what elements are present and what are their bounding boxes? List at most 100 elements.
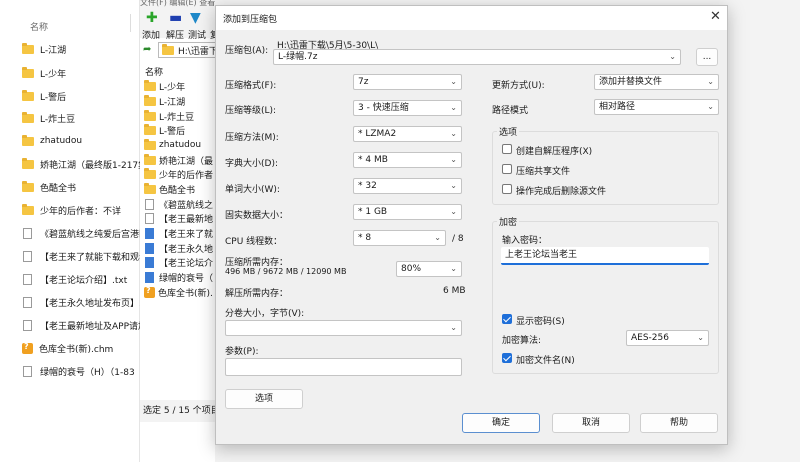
format-select[interactable]: 7z ⌄ <box>353 74 462 90</box>
close-icon[interactable]: ✕ <box>710 9 721 24</box>
fm-item[interactable]: L-警后 <box>144 123 185 137</box>
folder-icon <box>144 138 156 150</box>
update-select[interactable]: 添加并替换文件 ⌄ <box>594 74 719 90</box>
explorer-item[interactable]: L-江湖 <box>22 41 66 57</box>
explorer-item[interactable]: 【老王论坛介绍】.txt <box>22 271 127 287</box>
doc-blue-icon <box>145 242 154 254</box>
fm-item[interactable]: 少年的后作者 <box>144 167 213 181</box>
explorer-item[interactable]: 《碧蓝航线之纯爱后宫港区 <box>22 225 148 241</box>
delete-after-checkbox[interactable] <box>502 184 512 194</box>
explorer-item[interactable]: 【老王最新地址及APP请加 <box>22 317 147 333</box>
fm-item[interactable]: 《碧蓝航线之 <box>144 197 213 211</box>
explorer-item[interactable]: zhatudou <box>22 133 82 149</box>
level-select[interactable]: 3 - 快速压缩 ⌄ <box>353 100 462 116</box>
explorer-column-name[interactable]: 名称 <box>30 20 48 33</box>
explorer-item[interactable]: L-少年 <box>22 65 66 81</box>
threads-total: / 8 <box>452 234 464 244</box>
threads-label: CPU 线程数： <box>225 237 283 247</box>
address-field[interactable]: H:\迅雷下 <box>158 42 218 58</box>
explorer-item[interactable]: 【老王来了就能下载和观看 <box>22 248 148 264</box>
solid-select[interactable]: * 1 GB ⌄ <box>353 204 462 220</box>
menu-bar[interactable]: 文件(F) 编辑(E) 查看(V) 书签(A) 工具(T) 帮助(H) <box>140 0 215 8</box>
password-label: 输入密码： <box>502 236 548 246</box>
memory-detail: 496 MB / 9672 MB / 12090 MB <box>225 267 347 276</box>
explorer-item[interactable]: L-警后 <box>22 88 66 104</box>
help-button[interactable]: 帮助 <box>640 413 718 433</box>
chevron-down-icon: ⌄ <box>707 102 714 111</box>
fm-item[interactable]: 娇艳江湖（最 <box>144 153 213 167</box>
document-icon <box>23 319 32 331</box>
fm-item[interactable]: 【老王来了就 <box>144 226 213 240</box>
ok-button[interactable]: 确定 <box>462 413 540 433</box>
fm-item[interactable]: 色酷全书 <box>144 182 195 196</box>
chevron-down-icon: ⌄ <box>450 103 457 112</box>
explorer-item[interactable]: 少年的后作者：不详 <box>22 202 121 218</box>
document-icon <box>145 212 154 224</box>
sfx-checkbox[interactable] <box>502 144 512 154</box>
explorer-pane: 名称 L-江湖 L-少年 L-警后 L-炸土豆 zhatudou 娇艳江湖（最终… <box>0 0 148 462</box>
threads-select[interactable]: * 8 ⌄ <box>353 230 446 246</box>
encryption-method-label: 加密算法: <box>502 336 542 346</box>
folder-icon <box>144 167 156 179</box>
chevron-down-icon: ⌄ <box>450 155 457 164</box>
fm-item[interactable]: 【老王论坛介 <box>144 255 213 269</box>
password-input[interactable]: 上老王论坛当老王 <box>501 247 709 265</box>
folder-icon <box>144 182 156 194</box>
test-icon[interactable]: ▼ <box>190 11 201 25</box>
fm-item[interactable]: zhatudou <box>144 138 201 152</box>
doc-blue-icon <box>145 271 154 283</box>
fm-column-name[interactable]: 名称 <box>145 65 163 78</box>
add-icon[interactable]: ✚ <box>146 11 158 25</box>
toolbar: ✚ ▬ ▼ 添加 解压 测试 复 <box>140 8 219 41</box>
split-select[interactable]: ⌄ <box>225 320 462 336</box>
folder-icon <box>144 94 156 106</box>
chevron-down-icon: ⌄ <box>450 264 457 273</box>
word-select[interactable]: * 32 ⌄ <box>353 178 462 194</box>
add-to-archive-dialog: 添加到压缩包 ✕ 压缩包(A): H:\迅雷下载\5月\5-30\L\ L-绿帽… <box>215 5 728 445</box>
chevron-down-icon: ⌄ <box>434 233 441 242</box>
path-mode-select[interactable]: 相对路径 ⌄ <box>594 99 719 115</box>
explorer-item[interactable]: L-炸土豆 <box>22 110 75 126</box>
address-bar: ➦ H:\迅雷下 <box>140 40 218 60</box>
update-label: 更新方式(U): <box>492 81 545 91</box>
encryption-method-select[interactable]: AES-256 ⌄ <box>626 330 709 346</box>
encryption-group-title: 加密 <box>497 215 520 228</box>
explorer-item[interactable]: 色酷全书 <box>22 179 76 195</box>
method-select[interactable]: * LZMA2 ⌄ <box>353 126 462 142</box>
fm-item[interactable]: L-炸土豆 <box>144 109 194 123</box>
column-separator <box>130 14 131 32</box>
fm-item[interactable]: 【老王最新地 <box>144 211 213 225</box>
folder-icon <box>22 111 34 123</box>
folder-icon <box>22 89 34 101</box>
shared-files-checkbox[interactable] <box>502 164 512 174</box>
extract-icon[interactable]: ▬ <box>169 11 182 25</box>
explorer-item[interactable]: 绿帽的衰号（H）（1-83 <box>22 363 135 379</box>
dict-select[interactable]: * 4 MB ⌄ <box>353 152 462 168</box>
memory-percent-select[interactable]: 80% ⌄ <box>396 261 462 277</box>
folder-icon <box>22 203 34 215</box>
archive-name-select[interactable]: L-绿帽.7z ⌄ <box>273 49 681 65</box>
fm-item[interactable]: 绿帽的衰号（ <box>144 270 213 284</box>
fm-item[interactable]: L-江湖 <box>144 94 185 108</box>
explorer-item[interactable]: 娇艳江湖（最终版1-217集 <box>22 156 147 172</box>
options-group-title: 选项 <box>497 125 520 138</box>
up-folder-icon[interactable]: ➦ <box>143 44 151 55</box>
encrypt-names-label: 加密文件名(N) <box>516 356 575 366</box>
fm-item[interactable]: 色库全书(新). <box>144 285 213 299</box>
format-label: 压缩格式(F): <box>225 81 277 91</box>
explorer-item[interactable]: 色库全书(新).chm <box>22 340 113 356</box>
browse-button[interactable]: ... <box>696 48 718 66</box>
show-password-checkbox[interactable] <box>502 314 512 324</box>
params-label: 参数(P): <box>225 347 259 357</box>
document-icon <box>23 250 32 262</box>
fm-item[interactable]: 【老王永久地 <box>144 241 213 255</box>
cancel-button[interactable]: 取消 <box>552 413 630 433</box>
folder-icon <box>22 134 34 146</box>
params-input[interactable] <box>225 358 462 376</box>
options-button[interactable]: 选项 <box>225 389 303 409</box>
file-manager-pane: 文件(F) 编辑(E) 查看(V) 书签(A) 工具(T) 帮助(H) ✚ ▬ … <box>140 0 219 462</box>
fm-item[interactable]: L-少年 <box>144 79 185 93</box>
doc-blue-icon <box>145 256 154 268</box>
explorer-item[interactable]: 【老王永久地址发布页】.t <box>22 294 145 310</box>
encrypt-names-checkbox[interactable] <box>502 353 512 363</box>
